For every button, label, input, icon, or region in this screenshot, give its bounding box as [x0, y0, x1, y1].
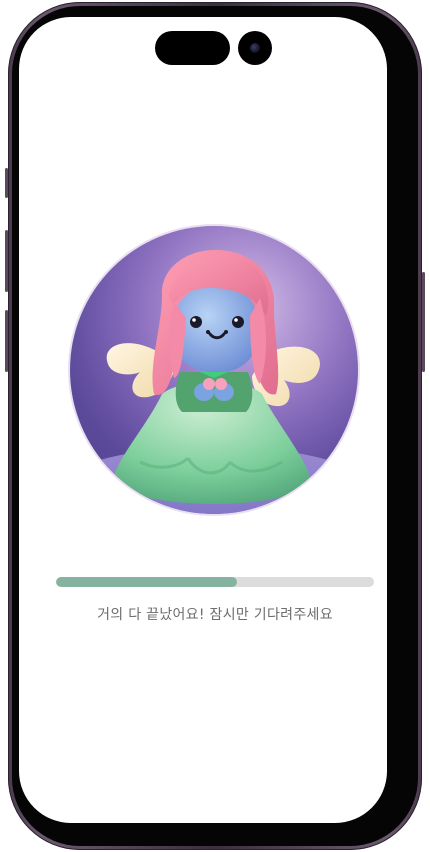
angel-character-image	[70, 226, 358, 514]
mute-switch	[5, 168, 8, 198]
dynamic-island	[155, 31, 230, 65]
front-camera-icon	[238, 31, 272, 65]
volume-up-button	[5, 230, 8, 292]
loading-message: 거의 다 끝났어요! 잠시만 기다려주세요	[97, 607, 333, 623]
volume-down-button	[5, 310, 8, 372]
avatar	[70, 226, 358, 514]
loading-progress-bar	[56, 577, 374, 587]
power-button	[422, 272, 425, 372]
progress-fill	[56, 577, 238, 587]
